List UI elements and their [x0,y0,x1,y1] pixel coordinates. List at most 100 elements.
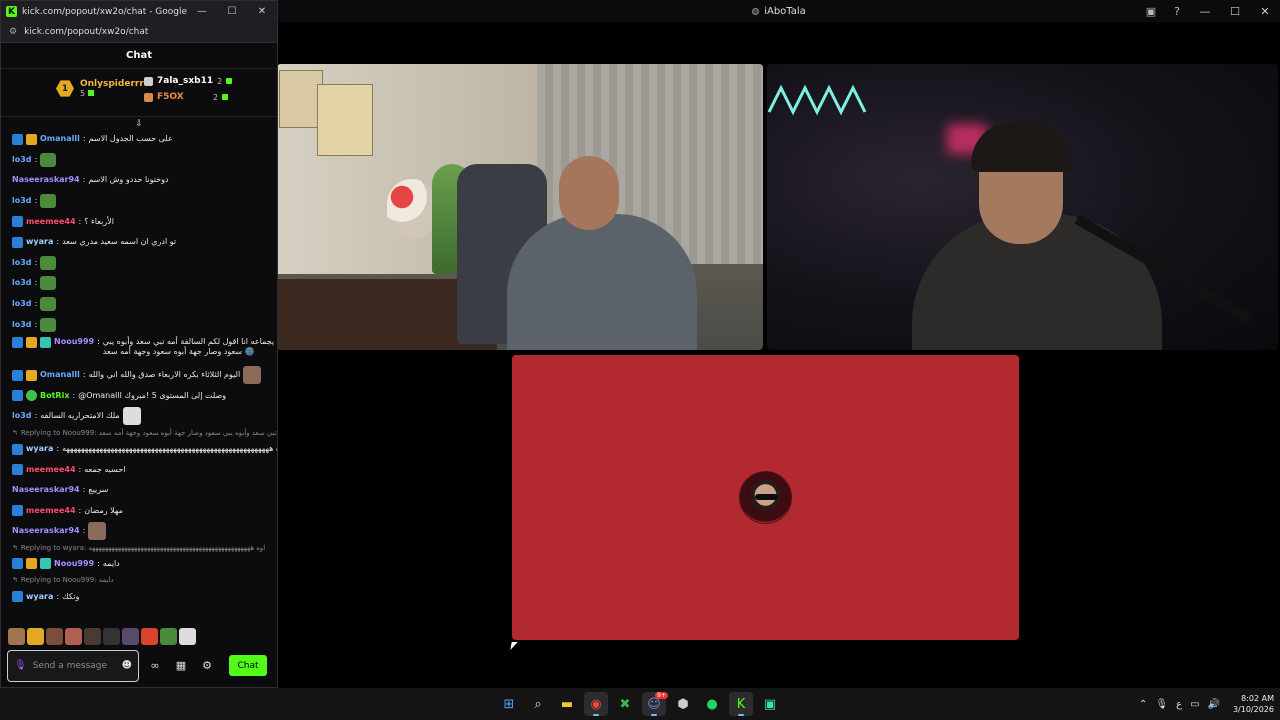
video-tile-3[interactable] [512,355,1019,640]
chat-username[interactable]: wyara [26,237,53,247]
leaderboard-row[interactable]: 7ala_sxb11 2 [144,74,233,88]
chat-username[interactable]: wyara [26,592,53,602]
chat-message[interactable]: meemee44: احسبه جمعه [12,459,277,480]
chat-message[interactable]: lo3d: [12,294,277,315]
chat-username[interactable]: lo3d [12,278,32,288]
chat-message[interactable]: wyara: اوه هههههههههههههههههههههههههههههه… [12,439,277,460]
chat-username[interactable]: meemee44 [26,506,76,516]
gift-icon[interactable]: ▦ [171,659,191,672]
app-icon[interactable]: ▣ [758,692,782,716]
chat-username[interactable]: lo3d [12,320,32,330]
leaderboard-row[interactable]: F5OX 2 [144,90,232,104]
mic-icon[interactable]: 🎙 [1155,699,1168,710]
chat-message[interactable]: wyara: تو ادري ان اسمه سعيد مدري سعد [12,232,277,253]
address-bar[interactable]: ⚙ kick.com/popout/xw2o/chat [1,22,277,43]
emote-icon[interactable] [122,628,139,645]
chat-input[interactable]: 🎙 Send a message ☻ [7,649,139,682]
chat-message[interactable]: meemee44: الأربعاء ؟ [12,211,277,232]
mic-icon[interactable]: 🎙 [14,660,27,671]
chat-username[interactable]: Naseeraskar94 [12,175,80,185]
video-tile-1[interactable] [277,64,763,350]
chrome-icon[interactable]: ◉ [584,692,608,716]
kick-icon[interactable]: K [729,692,753,716]
avatar [739,471,792,524]
chat-username[interactable]: Naseeraskar94 [12,485,80,495]
chat-username[interactable]: meemee44 [26,465,76,475]
search-icon[interactable]: ⌕ [526,692,550,716]
chat-message[interactable]: lo3d: [12,314,277,335]
language-indicator[interactable]: ع [1176,699,1182,710]
reply-context[interactable]: ↰Replying to Noou999: يجماعه انا اقول لك… [12,427,277,439]
send-chat-button[interactable]: Chat [229,655,267,676]
chrome-close-button[interactable]: ✕ [247,6,277,17]
emote-icon[interactable] [46,628,63,645]
chevron-up-icon[interactable]: ⌃ [1139,699,1147,710]
chat-message[interactable]: meemee44: مهلا رمضان [12,501,277,522]
monitor-icon[interactable]: ▭ [1190,699,1199,710]
discord-icon[interactable]: ☺ 9+ [642,692,668,716]
chat-input-placeholder[interactable]: Send a message [33,661,116,671]
app-icon[interactable]: ⬢ [671,692,695,716]
file-explorer-icon[interactable]: ▬ [555,692,579,716]
volume-icon[interactable]: 🔊 [1208,699,1220,710]
spotify-icon[interactable]: ● [700,692,724,716]
url-text[interactable]: kick.com/popout/xw2o/chat [24,27,148,37]
chat-messages[interactable]: Omanalll: على حسب الجدول الاسم lo3d: Naseer… [1,129,277,621]
chat-message[interactable]: wyara: وتكك [12,586,277,607]
reply-context[interactable]: ↰ Replying to wyara: اوه هههههههههههههههه… [12,542,277,554]
chat-username[interactable]: Naseeraskar94 [12,526,80,536]
emote-icon[interactable] [27,628,44,645]
chat-username[interactable]: wyara [26,444,53,454]
emote-icon[interactable] [8,628,25,645]
screen-share-icon[interactable]: ▣ [1138,0,1164,22]
emote-icon[interactable] [179,628,196,645]
chat-username[interactable]: lo3d [12,258,32,268]
site-info-icon[interactable]: ⚙ [9,27,17,37]
emote-icon[interactable] [84,628,101,645]
xbox-icon[interactable]: ✖ [613,692,637,716]
emoji-icon[interactable]: ☻ [122,660,132,671]
minimize-button[interactable]: — [1190,0,1220,22]
chat-message[interactable]: Naseeraskar94: دوختونا حددو وش الاسم [12,170,277,191]
emote-icon[interactable] [141,628,158,645]
chat-username[interactable]: lo3d [12,299,32,309]
chat-username[interactable]: lo3d [12,411,32,421]
chat-username[interactable]: Noou999 [54,337,94,347]
reply-context[interactable]: ↰ Replying to Noou999: دايمه [12,574,277,586]
chat-username[interactable]: lo3d [12,196,32,206]
points-icon[interactable]: ∞ [145,659,165,672]
chat-username[interactable]: meemee44 [26,217,76,227]
chat-message[interactable]: Omanalll: على حسب الجدول الاسم [12,129,277,150]
video-tile-2[interactable] [767,64,1278,350]
chat-message[interactable]: lo3d: ملك الامتحراريه السالفه [12,406,277,427]
leaderboard-first[interactable]: 1 Onlyspiderrr 5 [56,79,144,98]
chat-message[interactable]: Noou999: دايمه [12,554,277,575]
chat-username[interactable]: BotRix [40,391,69,401]
chat-message[interactable]: Naseeraskar94: سرييع [12,480,277,501]
close-button[interactable]: ✕ [1250,0,1280,22]
chat-message[interactable]: Naseeraskar94: [12,521,277,542]
chat-username[interactable]: Omanalll [40,134,80,144]
chat-message[interactable]: lo3d: [12,273,277,294]
reply-text: Replying to Noou999: يجماعه انا اقول لكم… [20,428,277,437]
chat-message[interactable]: lo3d: [12,253,277,274]
emote-icon[interactable] [160,628,177,645]
clock[interactable]: 8:02 AM 3/10/2026 [1228,693,1274,715]
chat-username[interactable]: Omanalll [40,370,80,380]
chrome-maximize-button[interactable]: ☐ [217,6,247,17]
gear-icon[interactable]: ⚙ [197,659,217,672]
chat-message[interactable]: lo3d: [12,150,277,171]
help-icon[interactable]: ? [1164,0,1190,22]
maximize-button[interactable]: ☐ [1220,0,1250,22]
chat-username[interactable]: Noou999 [54,559,94,569]
chat-message[interactable]: Omanalll: اليوم الثلاثاء بكره الاربعاء صد… [12,365,277,386]
emote-icon [40,255,57,270]
emote-icon[interactable] [65,628,82,645]
chrome-minimize-button[interactable]: — [187,6,217,17]
start-button[interactable]: ⊞ [497,692,521,716]
chat-message[interactable]: lo3d: [12,191,277,212]
chat-message[interactable]: Noou999: يجماعه انا اقول لكم السالفة أمه … [12,335,277,365]
chat-username[interactable]: lo3d [12,155,32,165]
emote-icon[interactable] [103,628,120,645]
chat-message[interactable]: BotRix: @Omanalll وصلت إلى المستوى 5 !مبر… [12,386,277,407]
